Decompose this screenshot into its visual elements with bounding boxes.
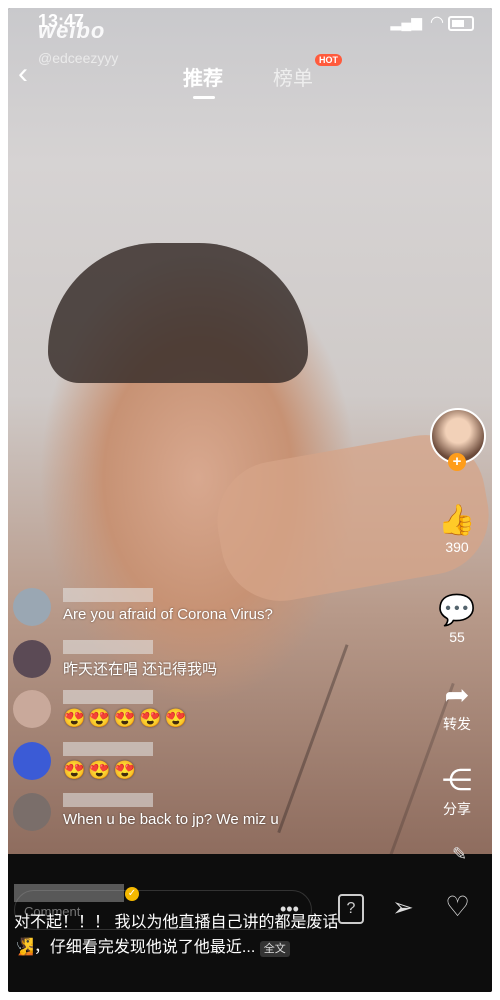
hot-badge: HOT	[315, 54, 342, 66]
weibo-logo: weibo	[38, 18, 106, 43]
comment-text: Are you afraid of Corona Virus?	[63, 606, 273, 623]
heart-icon[interactable]: ♡	[445, 890, 470, 923]
repost-label: 转发	[443, 716, 471, 732]
wifi-icon: ◠	[430, 14, 444, 31]
speech-bubble-icon: 💬	[438, 594, 476, 627]
commenter-name-blurred	[63, 742, 153, 756]
signal-icon: ▂▄▆	[390, 14, 422, 30]
live-comment: When u be back to jp? We miz u	[13, 793, 353, 833]
verified-badge-icon: ✓	[125, 887, 139, 901]
commenter-name-blurred	[63, 640, 153, 654]
full-text-button[interactable]: 全文	[259, 941, 290, 957]
follow-plus-icon[interactable]: +	[448, 453, 466, 471]
share-label: 分享	[443, 801, 471, 817]
caption-text: 对不起！！！ 我以为他直播自己讲的都是废话 🧏，仔细看完发现他说了他最近...	[14, 914, 339, 956]
like-button[interactable]: 👍 390	[422, 503, 492, 555]
comment-button[interactable]: 💬 55	[422, 593, 492, 645]
video-subject-hair	[48, 243, 308, 383]
comment-text: 昨天还在唱 还记得我吗	[63, 661, 218, 678]
comment-count: 55	[449, 629, 465, 645]
thumbs-up-icon: 👍	[438, 504, 476, 537]
send-icon[interactable]: ➢	[392, 892, 414, 923]
comment-emoji-text: 😍😍😍	[63, 760, 140, 780]
live-comment: Are you afraid of Corona Virus?	[13, 588, 353, 628]
commenter-avatar[interactable]	[13, 690, 51, 728]
poster-name-blurred	[14, 884, 124, 902]
action-rail: + 👍 390 💬 55 ➦ 转发 ⋲ 分享	[422, 408, 492, 868]
live-comment: 昨天还在唱 还记得我吗	[13, 640, 353, 680]
tab-rankings[interactable]: 榜单	[273, 62, 313, 91]
share-nodes-icon: ⋲	[442, 764, 472, 797]
repost-arrow-icon: ➦	[444, 679, 470, 712]
comment-text: When u be back to jp? We miz u	[63, 811, 279, 828]
like-count: 390	[445, 539, 469, 555]
live-comment: 😍😍😍	[13, 742, 353, 782]
share-button[interactable]: ⋲ 分享	[422, 763, 492, 819]
screenshot-frame: 13:47 ▂▄▆ ◠ weibo @edceezyyy ‹ 推荐 榜单 HOT…	[8, 8, 492, 992]
back-arrow-icon[interactable]: ‹	[18, 54, 48, 94]
repost-button[interactable]: ➦ 转发	[422, 678, 492, 734]
commenter-avatar[interactable]	[13, 588, 51, 626]
commenter-name-blurred	[63, 690, 153, 704]
battery-icon	[448, 16, 474, 31]
comment-emoji-text: 😍😍😍😍😍	[63, 708, 191, 728]
commenter-avatar[interactable]	[13, 640, 51, 678]
bottom-panel: ✎ ✓ Comment ••• ? ➢ ♡ 对不起！！！ 我以为他直播自己讲的都…	[8, 844, 492, 992]
top-nav: ‹ 推荐 榜单 HOT	[8, 54, 492, 104]
active-tab-indicator	[193, 96, 215, 99]
brush-icon[interactable]: ✎	[452, 844, 467, 865]
live-comment: 😍😍😍😍😍	[13, 690, 353, 730]
commenter-avatar[interactable]	[13, 742, 51, 780]
tab-recommend[interactable]: 推荐	[183, 62, 223, 91]
commenter-name-blurred	[63, 588, 153, 602]
weibo-watermark: weibo @edceezyyy	[38, 18, 118, 66]
post-caption: 对不起！！！ 我以为他直播自己讲的都是废话 🧏，仔细看完发现他说了他最近... …	[14, 910, 374, 960]
commenter-avatar[interactable]	[13, 793, 51, 831]
commenter-name-blurred	[63, 793, 153, 807]
live-video[interactable]	[8, 8, 492, 872]
